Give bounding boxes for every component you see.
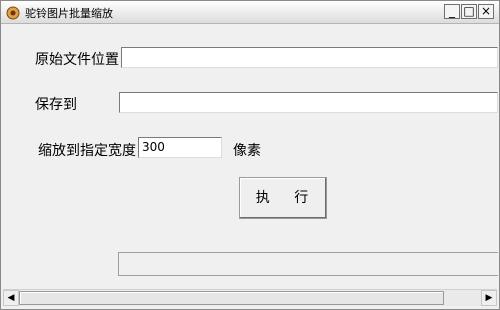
title-bar[interactable]: 驼铃图片批量缩放 _ □ × [1, 1, 499, 24]
execute-button[interactable]: 执 行 [239, 177, 327, 219]
target-width-label: 缩放到指定宽度 [38, 143, 136, 159]
horizontal-scrollbar[interactable]: ◀ ▶ [3, 289, 497, 306]
pixel-unit-label: 像素 [233, 143, 261, 159]
close-button[interactable]: × [478, 4, 494, 19]
window-title: 驼铃图片批量缩放 [25, 7, 113, 20]
source-path-input[interactable] [121, 47, 498, 68]
app-window: 驼铃图片批量缩放 _ □ × 原始文件位置 保存到 缩放到指定宽度 300 像素… [0, 0, 500, 310]
save-to-input[interactable] [119, 92, 498, 113]
scrollbar-thumb[interactable] [19, 291, 444, 305]
scroll-left-arrow-icon[interactable]: ◀ [3, 290, 19, 306]
save-to-label: 保存到 [35, 97, 77, 113]
scroll-right-arrow-icon[interactable]: ▶ [481, 290, 497, 306]
app-icon [6, 5, 20, 20]
maximize-button[interactable]: □ [461, 4, 477, 19]
target-width-input[interactable]: 300 [138, 137, 222, 158]
scrollbar-track[interactable] [19, 290, 481, 306]
minimize-button[interactable]: _ [444, 4, 460, 19]
status-bar [118, 252, 498, 276]
source-path-label: 原始文件位置 [35, 52, 119, 68]
